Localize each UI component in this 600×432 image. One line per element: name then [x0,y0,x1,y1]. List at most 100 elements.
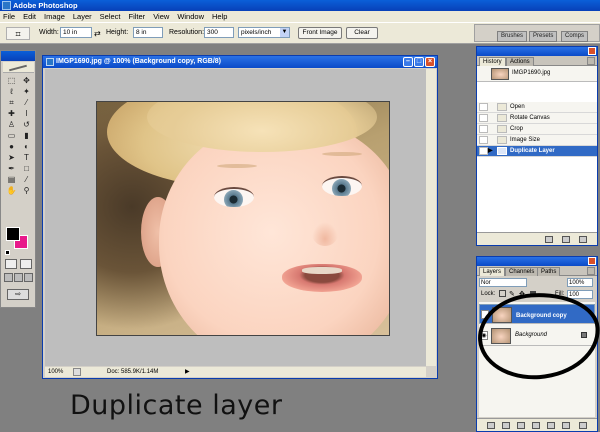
maximize-icon[interactable]: □ [414,57,424,67]
path-selection-tool-icon[interactable]: ➤ [4,152,19,163]
front-image-button[interactable]: Front Image [298,27,342,39]
type-tool-icon[interactable]: T [19,152,34,163]
eraser-tool-icon[interactable]: ▭ [4,130,19,141]
close-icon[interactable]: × [425,57,435,67]
opacity-input[interactable]: 100% [567,278,593,287]
history-panel-header[interactable] [477,47,597,56]
history-step-active[interactable]: ▶ Duplicate Layer [477,146,597,157]
status-preview-icon[interactable] [73,368,81,376]
history-step[interactable]: Image Size [477,135,597,146]
close-icon[interactable] [588,257,596,265]
full-screen-menu-mode-icon[interactable] [14,273,23,282]
trash-icon[interactable] [579,422,587,429]
link-layers-icon[interactable] [487,422,495,429]
standard-mode-icon[interactable] [5,259,17,269]
layer-mask-icon[interactable] [517,422,525,429]
layers-panel-header[interactable] [477,257,597,266]
tab-paths[interactable]: Paths [537,267,561,276]
menu-window[interactable]: Window [177,12,204,21]
menu-layer[interactable]: Layer [73,12,92,21]
clone-stamp-tool-icon[interactable]: ♙ [4,119,19,130]
history-step[interactable]: Crop [477,124,597,135]
well-tab-comps[interactable]: Comps [561,31,589,42]
history-tabs: History Actions [477,56,597,66]
crop-tool-icon[interactable]: ⌗ [4,97,19,108]
tab-channels[interactable]: Channels [505,267,539,276]
annotation-caption: Duplicate layer [70,390,283,421]
tools-panel-header[interactable] [1,51,35,61]
crop-tool-preset-icon[interactable]: ⌗ [6,27,30,40]
minimize-icon[interactable]: – [403,57,413,67]
chevron-down-icon: ▼ [280,28,289,37]
tab-history[interactable]: History [479,57,506,66]
notes-tool-icon[interactable]: ▤ [4,174,19,185]
tab-layers[interactable]: Layers [479,267,506,276]
clear-button[interactable]: Clear [346,27,378,39]
well-tab-brushes[interactable]: Brushes [497,31,528,42]
history-step[interactable]: Open [477,102,597,113]
standard-screen-mode-icon[interactable] [4,273,13,282]
zoom-level[interactable]: 100% [48,367,63,377]
status-menu-icon[interactable]: ▶ [185,367,190,377]
resolution-units-select[interactable]: pixels/inch ▼ [238,27,290,38]
document-step-icon [497,147,507,155]
new-fill-adjustment-icon[interactable] [532,422,540,429]
trash-icon[interactable] [579,236,587,243]
brush-tool-icon[interactable]: ǀ [19,108,34,119]
history-step[interactable]: Rotate Canvas [477,113,597,124]
history-snapshot[interactable]: IMGP1690.jpg [477,66,597,82]
zoom-tool-icon[interactable]: ⚲ [19,185,34,196]
menu-edit[interactable]: Edit [23,12,36,21]
well-tab-presets[interactable]: Presets [529,31,558,42]
healing-brush-tool-icon[interactable]: ✚ [4,108,19,119]
camera-snapshot-icon[interactable] [562,236,570,243]
resolution-label: Resolution: [169,29,205,36]
dodge-tool-icon[interactable]: ◐ [19,141,34,152]
jump-to-imageready-icon[interactable]: ⇨ [7,289,29,300]
menu-help[interactable]: Help [212,12,227,21]
new-group-icon[interactable] [547,422,555,429]
panel-menu-icon[interactable] [587,267,595,275]
blur-tool-icon[interactable]: ● [4,141,19,152]
blend-mode-select[interactable]: Nor [479,278,527,287]
marquee-tool-icon[interactable]: ⬚ [4,75,19,86]
slice-tool-icon[interactable]: ⁄ [19,97,34,108]
document-title-bar[interactable]: IMGP1690.jpg @ 100% (Background copy, RG… [43,56,437,68]
tab-actions[interactable]: Actions [506,57,534,66]
resolution-input[interactable]: 300 [204,27,234,38]
default-colors-icon[interactable] [5,250,10,255]
pen-tool-icon[interactable]: ✒ [4,163,19,174]
new-document-from-state-icon[interactable] [545,236,553,243]
history-brush-tool-icon[interactable]: ↺ [19,119,34,130]
menu-bar: File Edit Image Layer Select Filter View… [0,11,600,22]
layers-footer [477,418,597,431]
document-step-icon [497,125,507,133]
height-input[interactable]: 8 in [133,27,163,38]
lock-transparency-icon[interactable] [499,290,506,297]
menu-image[interactable]: Image [44,12,65,21]
full-screen-mode-icon[interactable] [24,273,33,282]
document-step-icon [497,136,507,144]
lasso-tool-icon[interactable]: ℓ [4,86,19,97]
new-layer-icon[interactable] [562,422,570,429]
hand-tool-icon[interactable]: ✋ [4,185,19,196]
close-icon[interactable] [588,47,596,55]
vertical-scrollbar[interactable] [426,69,436,366]
shape-tool-icon[interactable]: □ [19,163,34,174]
quick-mask-mode-icon[interactable] [20,259,32,269]
document-canvas[interactable] [45,69,426,366]
adobe-online-feather-icon[interactable] [3,62,34,73]
gradient-tool-icon[interactable]: ▮ [19,130,34,141]
menu-view[interactable]: View [153,12,169,21]
menu-filter[interactable]: Filter [129,12,146,21]
panel-menu-icon[interactable] [587,57,595,65]
menu-select[interactable]: Select [100,12,121,21]
move-tool-icon[interactable]: ✥ [19,75,34,86]
menu-file[interactable]: File [3,12,15,21]
eyedropper-tool-icon[interactable]: ⁄ [19,174,34,185]
width-input[interactable]: 10 in [60,27,92,38]
layer-style-icon[interactable] [502,422,510,429]
swap-dimensions-icon[interactable]: ⇄ [94,29,101,38]
foreground-color-swatch[interactable] [6,227,20,241]
magic-wand-tool-icon[interactable]: ✦ [19,86,34,97]
